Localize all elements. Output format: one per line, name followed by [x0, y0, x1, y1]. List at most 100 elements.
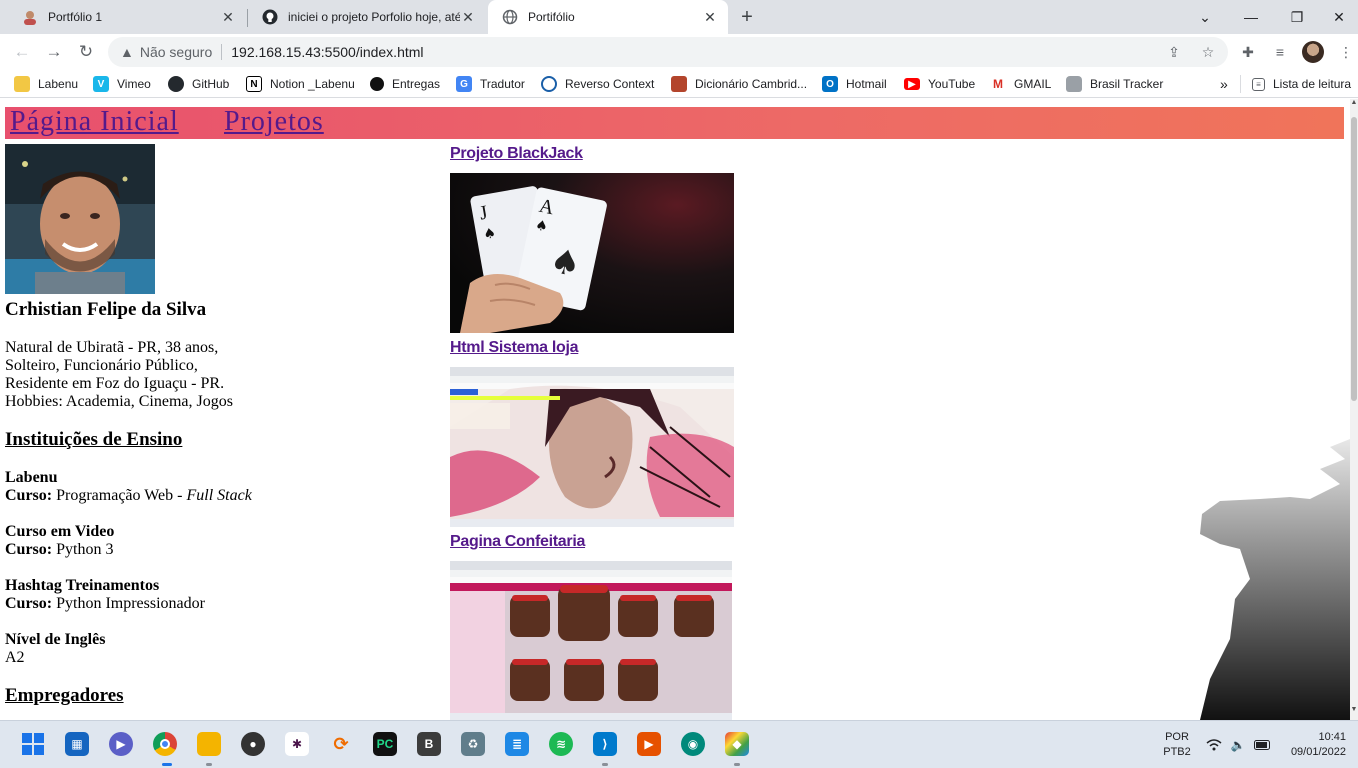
bookmark-youtube[interactable]: ▶ YouTube	[904, 75, 975, 93]
bookmark-notion[interactable]: N Notion _Labenu	[246, 75, 355, 93]
spotify-icon[interactable]: ≋	[549, 732, 573, 756]
institution-course: Curso: Python Impressionador	[5, 595, 205, 613]
share-icon[interactable]: ⇪	[1164, 42, 1184, 62]
project-link-confeitaria[interactable]: Pagina Confeitaria	[450, 533, 585, 551]
extensions-icon[interactable]: ✚	[1236, 40, 1260, 64]
tab-search-icon[interactable]: ⌄	[1182, 0, 1228, 34]
bookmark-gmail[interactable]: M GMAIL	[990, 75, 1051, 93]
institution-item: Labenu Curso: Programação Web - Full Sta…	[5, 469, 252, 505]
reading-list-button[interactable]: ≡ Lista de leitura	[1252, 75, 1351, 93]
bio-line: Residente em Foz do Iguaçu - PR.	[5, 375, 225, 392]
reading-list-icon[interactable]: ≡	[1268, 40, 1292, 64]
tab-title: iniciei o projeto Porfolio hoje, até	[288, 10, 460, 24]
close-tab-icon[interactable]: ✕	[460, 9, 476, 25]
bookmark-label: Notion _Labenu	[270, 77, 355, 91]
address-bar[interactable]: ▲ Não seguro 192.168.15.43:5500/index.ht…	[108, 37, 1228, 67]
vimeo-icon: V	[93, 76, 109, 92]
file-explorer-icon[interactable]	[197, 732, 221, 756]
warning-icon[interactable]: ▲	[120, 44, 134, 60]
minimize-icon[interactable]: —	[1228, 0, 1274, 34]
video-editor-icon[interactable]: ▶	[637, 732, 661, 756]
chrome-active-indicator	[162, 763, 172, 766]
youtube-icon: ▶	[904, 78, 920, 90]
chrome-icon[interactable]	[153, 732, 177, 756]
volume-icon[interactable]: 🔈	[1230, 738, 1246, 752]
project-image-blackjack[interactable]: J ♠ A ♠ ♠	[450, 173, 734, 333]
bookmark-tradutor[interactable]: G Tradutor	[456, 75, 525, 93]
institution-course: Curso: Programação Web - Full Stack	[5, 487, 252, 505]
vscode-icon[interactable]: ⟩	[593, 732, 617, 756]
slack-icon[interactable]: ✱	[285, 732, 309, 756]
tab-portifolio-active[interactable]: Portifólio ✕	[488, 0, 728, 34]
scrollbar-thumb[interactable]	[1351, 117, 1357, 401]
forward-icon[interactable]: →	[40, 38, 68, 66]
institution-item: Hashtag Treinamentos Curso: Python Impre…	[5, 577, 205, 613]
english-label: Nível de Inglês	[5, 631, 106, 648]
institution-item: Curso em Video Curso: Python 3	[5, 523, 114, 559]
color-picker-icon[interactable]: ◆	[725, 732, 749, 756]
clock-date: 09/01/2022	[1290, 746, 1346, 758]
wifi-icon[interactable]	[1206, 738, 1222, 752]
back-icon[interactable]: ←	[8, 38, 36, 66]
bookmark-labenu[interactable]: Labenu	[14, 75, 78, 93]
project-image-confeitaria[interactable]	[450, 561, 732, 720]
bookmark-entregas[interactable]: Entregas	[370, 75, 440, 93]
media-player-icon[interactable]: ●	[241, 732, 265, 756]
nav-link-home[interactable]: Página Inicial	[10, 107, 179, 137]
url-text[interactable]: 192.168.15.43:5500/index.html	[231, 44, 423, 60]
security-label[interactable]: Não seguro	[140, 44, 212, 60]
new-tab-button[interactable]: +	[734, 5, 760, 29]
profile-avatar[interactable]	[1302, 41, 1324, 63]
reverso-icon	[541, 76, 557, 92]
input-language[interactable]: POR PTB2	[1160, 730, 1194, 760]
running-indicator	[602, 763, 608, 766]
reload-icon[interactable]: ↻	[72, 38, 100, 66]
nav-link-projects[interactable]: Projetos	[224, 107, 324, 137]
tab-portfolio-1[interactable]: Portfólio 1 ✕	[8, 0, 246, 34]
course-value: Python 3	[56, 541, 114, 558]
bookmark-brasil-tracker[interactable]: Brasil Tracker	[1066, 75, 1163, 93]
widgets-icon[interactable]: ▦	[65, 732, 89, 756]
start-button[interactable]	[21, 732, 45, 756]
recycle-bin-icon[interactable]: ♻	[461, 732, 485, 756]
project-image-sistema-loja[interactable]	[450, 367, 734, 527]
clock[interactable]: 10:41 09/01/2022	[1282, 730, 1346, 760]
close-window-icon[interactable]: ✕	[1320, 0, 1358, 34]
cambridge-icon	[671, 76, 687, 92]
close-tab-icon[interactable]: ✕	[702, 9, 718, 25]
bookmark-hotmail[interactable]: O Hotmail	[822, 75, 887, 93]
menu-icon[interactable]: ⋮	[1334, 40, 1358, 64]
notepad-icon[interactable]: ≣	[505, 732, 529, 756]
tab-github-commit[interactable]: iniciei o projeto Porfolio hoje, até ✕	[248, 0, 486, 34]
english-level: Nível de Inglês A2	[5, 631, 105, 667]
course-value: Programação Web -	[56, 487, 187, 504]
scroll-down-icon[interactable]: ▼	[1350, 706, 1358, 718]
bold-app-icon[interactable]: B	[417, 732, 441, 756]
close-tab-icon[interactable]: ✕	[220, 9, 236, 25]
institution-course: Curso: Python 3	[5, 541, 114, 559]
pycharm-icon[interactable]: PC	[373, 732, 397, 756]
bookmark-star-icon[interactable]: ☆	[1198, 42, 1218, 62]
bookmark-reverso[interactable]: Reverso Context	[541, 75, 654, 93]
running-indicator	[734, 763, 740, 766]
profile-name: Crhistian Felipe da Silva	[5, 299, 207, 320]
project-link-sistema-loja[interactable]: Html Sistema loja	[450, 339, 579, 357]
restore-icon[interactable]: ❐	[1274, 0, 1320, 34]
maps-icon[interactable]: ◉	[681, 732, 705, 756]
battery-icon[interactable]	[1254, 738, 1270, 752]
course-label: Curso:	[5, 595, 53, 612]
project-link-blackjack[interactable]: Projeto BlackJack	[450, 145, 583, 163]
bookmark-label: GMAIL	[1014, 77, 1052, 91]
bookmark-vimeo[interactable]: V Vimeo	[93, 75, 151, 93]
scroll-up-icon[interactable]: ▲	[1350, 99, 1358, 111]
bookmark-github[interactable]: GitHub	[168, 75, 229, 93]
bookmark-cambridge[interactable]: Dicionário Cambrid...	[671, 75, 807, 93]
arc-icon[interactable]: ⟳	[329, 732, 353, 756]
bookmark-label: Brasil Tracker	[1090, 77, 1164, 91]
more-bookmarks-button[interactable]: »	[1220, 75, 1228, 93]
page-scrollbar[interactable]: ▲ ▼	[1350, 99, 1358, 720]
profile-bio: Natural de Ubiratã - PR, 38 anos, Soltei…	[5, 339, 233, 411]
github-icon	[262, 9, 278, 25]
bookmarks-bar: Labenu V Vimeo GitHub N Notion _Labenu E…	[0, 70, 1358, 98]
teams-chat-icon[interactable]: ▶	[109, 732, 133, 756]
